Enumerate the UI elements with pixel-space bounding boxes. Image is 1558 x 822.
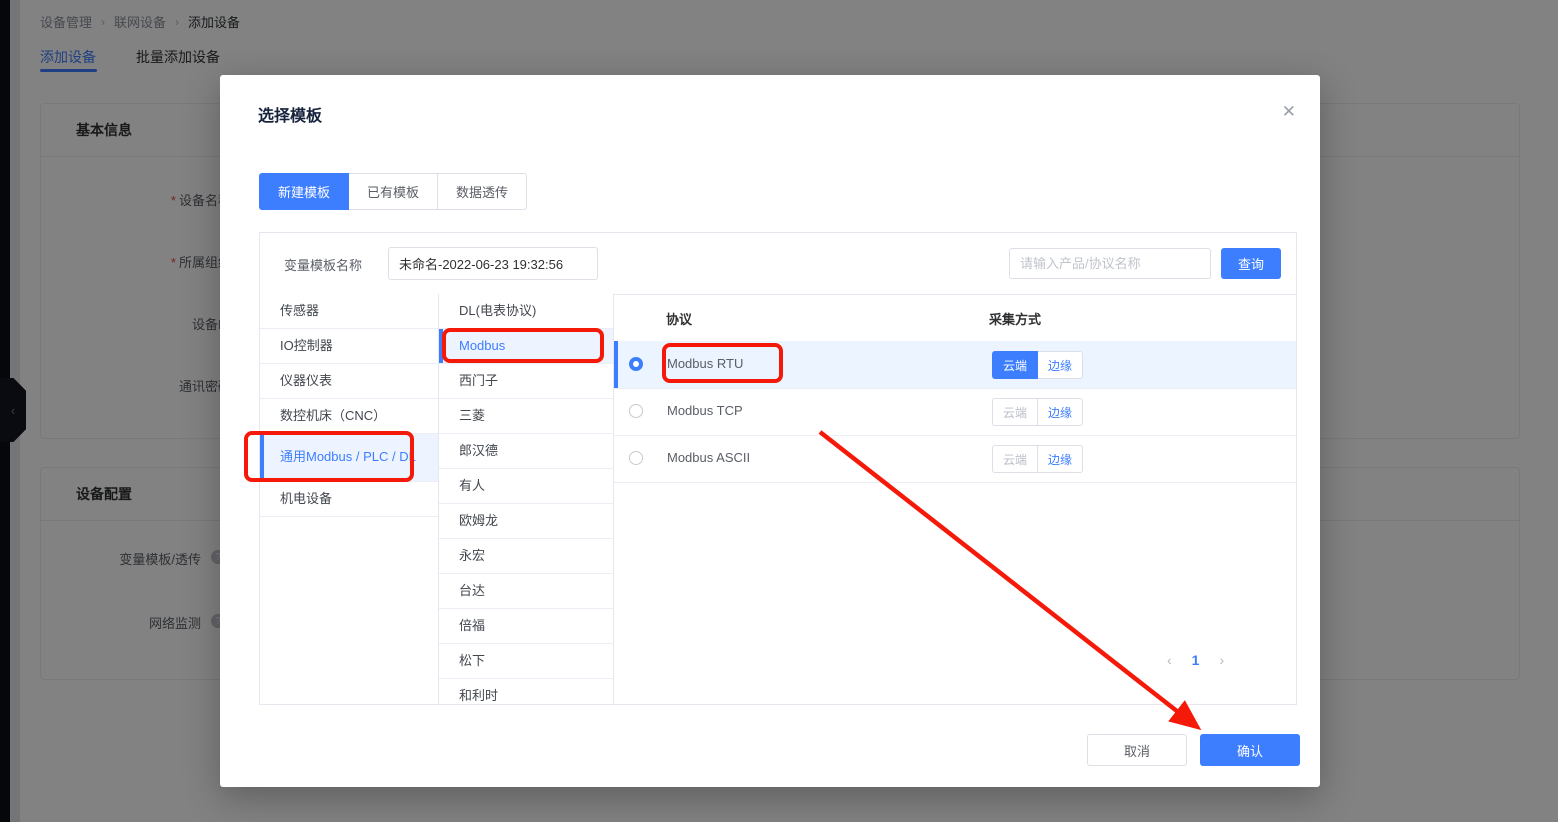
confirm-button[interactable]: 确认 [1200, 734, 1300, 766]
template-name-label: 变量模板名称 [284, 255, 362, 274]
collect-mode-group: 云端 边缘 [992, 398, 1083, 426]
category-item-io-controller[interactable]: IO控制器 [260, 329, 438, 364]
category-item-instrument[interactable]: 仪器仪表 [260, 364, 438, 399]
collect-mode-group: 云端 边缘 [992, 351, 1083, 379]
category-item-sensor[interactable]: 传感器 [260, 294, 438, 329]
cloud-mode-button[interactable]: 云端 [992, 445, 1038, 473]
category-item-hollysys[interactable]: 和利时 [439, 679, 613, 704]
category-item-omron[interactable]: 欧姆龙 [439, 504, 613, 539]
query-button[interactable]: 查询 [1221, 248, 1281, 279]
cloud-mode-button[interactable]: 云端 [992, 351, 1038, 379]
table-row-modbus-ascii[interactable]: Modbus ASCII 云端 边缘 [614, 435, 1296, 483]
category-column-1: 传感器 IO控制器 仪器仪表 数控机床（CNC） 通用Modbus / PLC … [260, 294, 439, 704]
protocol-name: Modbus ASCII [667, 450, 750, 465]
protocol-table-header: 协议 采集方式 [614, 294, 1296, 342]
radio-selected[interactable] [629, 357, 643, 371]
pagination: ‹ 1 › [1167, 652, 1224, 668]
select-template-dialog: 选择模板 ✕ 新建模板 已有模板 数据透传 变量模板名称 查询 传感器 IO控制… [220, 75, 1320, 787]
collect-mode-group: 云端 边缘 [992, 445, 1083, 473]
template-name-row: 变量模板名称 查询 [260, 233, 1296, 295]
tab-data-passthrough[interactable]: 数据透传 [437, 173, 527, 210]
pager-next-icon[interactable]: › [1219, 652, 1224, 668]
template-content-box: 变量模板名称 查询 传感器 IO控制器 仪器仪表 数控机床（CNC） 通用Mod… [259, 232, 1297, 705]
category-item-langhande[interactable]: 郎汉德 [439, 434, 613, 469]
close-icon[interactable]: ✕ [1282, 103, 1296, 120]
category-item-generic-modbus-plc-dl[interactable]: 通用Modbus / PLC / DL [260, 434, 438, 482]
category-item-modbus[interactable]: Modbus [439, 329, 613, 364]
edge-mode-button[interactable]: 边缘 [1037, 351, 1083, 379]
pager-prev-icon[interactable]: ‹ [1167, 652, 1172, 668]
category-item-electromechanical[interactable]: 机电设备 [260, 482, 438, 517]
cloud-mode-button[interactable]: 云端 [992, 398, 1038, 426]
category-item-mitsubishi[interactable]: 三菱 [439, 399, 613, 434]
radio-unselected[interactable] [629, 451, 643, 465]
category-item-cnc[interactable]: 数控机床（CNC） [260, 399, 438, 434]
category-item-usr[interactable]: 有人 [439, 469, 613, 504]
dialog-title: 选择模板 [258, 102, 322, 126]
radio-unselected[interactable] [629, 404, 643, 418]
table-row-modbus-rtu[interactable]: Modbus RTU 云端 边缘 [614, 341, 1296, 389]
category-item-delta[interactable]: 台达 [439, 574, 613, 609]
table-row-modbus-tcp[interactable]: Modbus TCP 云端 边缘 [614, 388, 1296, 436]
category-column-2: DL(电表协议) Modbus 西门子 三菱 郎汉德 有人 欧姆龙 永宏 台达 … [439, 294, 614, 704]
protocol-name: Modbus RTU [667, 356, 743, 371]
template-mode-tabs: 新建模板 已有模板 数据透传 [259, 173, 527, 210]
category-item-dl-meter[interactable]: DL(电表协议) [439, 294, 613, 329]
edge-mode-button[interactable]: 边缘 [1037, 398, 1083, 426]
edge-mode-button[interactable]: 边缘 [1037, 445, 1083, 473]
column-header-protocol: 协议 [666, 309, 692, 328]
protocol-name: Modbus TCP [667, 403, 743, 418]
cancel-button[interactable]: 取消 [1087, 734, 1187, 766]
column-header-collect-mode: 采集方式 [989, 309, 1041, 328]
pager-page-1[interactable]: 1 [1192, 652, 1200, 668]
category-item-panasonic[interactable]: 松下 [439, 644, 613, 679]
search-input[interactable] [1009, 248, 1211, 279]
protocol-table: 协议 采集方式 Modbus RTU 云端 边缘 Modbus TCP 云端 边… [614, 294, 1296, 704]
tab-new-template[interactable]: 新建模板 [259, 173, 349, 210]
category-item-fatek[interactable]: 永宏 [439, 539, 613, 574]
tab-existing-template[interactable]: 已有模板 [348, 173, 438, 210]
category-item-siemens[interactable]: 西门子 [439, 364, 613, 399]
template-name-input[interactable] [388, 247, 598, 280]
category-item-beckhoff[interactable]: 倍福 [439, 609, 613, 644]
